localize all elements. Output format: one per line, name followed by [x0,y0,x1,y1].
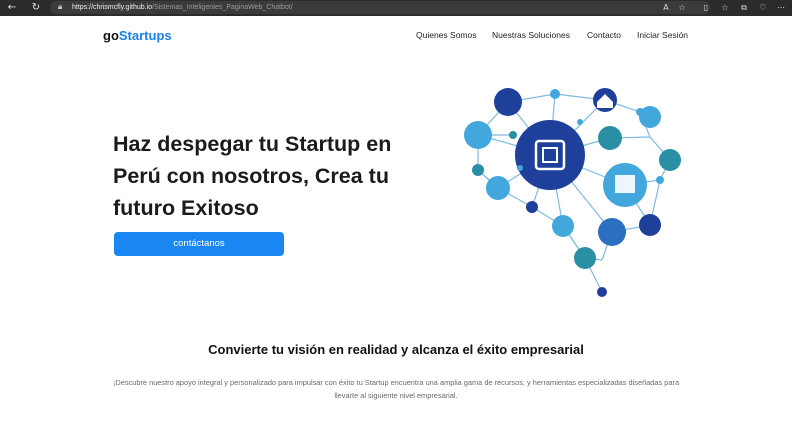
satellite-node [464,121,492,149]
contact-button[interactable]: contáctanos [114,232,284,256]
address-bar[interactable]: 🔒︎ https://chrismcfly.github.io/Sistemas… [50,1,710,14]
hero-title: Haz despegar tu Startup en Perú con noso… [113,132,392,220]
wheel-node [639,214,661,236]
favorites-icon[interactable]: ☆ [719,2,731,14]
site-header: goStartups Quienes Somos Nuestras Soluci… [0,16,792,60]
nav-link-iniciar-sesion[interactable]: Iniciar Sesión [637,30,688,40]
star-icon[interactable]: ☆ [676,2,688,14]
stadium-node [494,88,522,116]
network-nodes [464,88,681,297]
battery-node [598,218,626,246]
document-node [598,126,622,150]
section-description: ¡Descubre nuestro apoyo integral y perso… [112,378,680,400]
more-icon[interactable]: ⋯ [775,2,787,14]
split-screen-icon[interactable]: ▯ [700,2,712,14]
nav-link-quienes-somos[interactable]: Quienes Somos [416,30,476,40]
globe-node [486,176,510,200]
signal-node [659,149,681,171]
wifi-node [574,247,596,269]
browser-essentials-icon[interactable]: ♡ [757,2,769,14]
browser-toolbar: ← ↻ 🔒︎ https://chrismcfly.github.io/Sist… [0,0,792,16]
nav-link-contacto[interactable]: Contacto [587,30,621,40]
read-aloud-icon[interactable]: A [660,2,672,14]
lock-icon: 🔒︎ [58,2,63,11]
cpu-node [515,120,585,190]
back-icon[interactable]: ← [5,1,19,15]
bike-node [552,215,574,237]
refresh-icon[interactable]: ↻ [29,1,43,15]
network-illustration [464,88,681,297]
collections-icon[interactable]: ⧉ [738,2,750,14]
section-title: Convierte tu visión en realidad y alcanz… [208,342,584,357]
url-text: https://chrismcfly.github.io/Sistemas_In… [72,4,293,11]
nav-link-soluciones[interactable]: Nuestras Soluciones [492,30,570,40]
logo[interactable]: goStartups [103,28,172,43]
